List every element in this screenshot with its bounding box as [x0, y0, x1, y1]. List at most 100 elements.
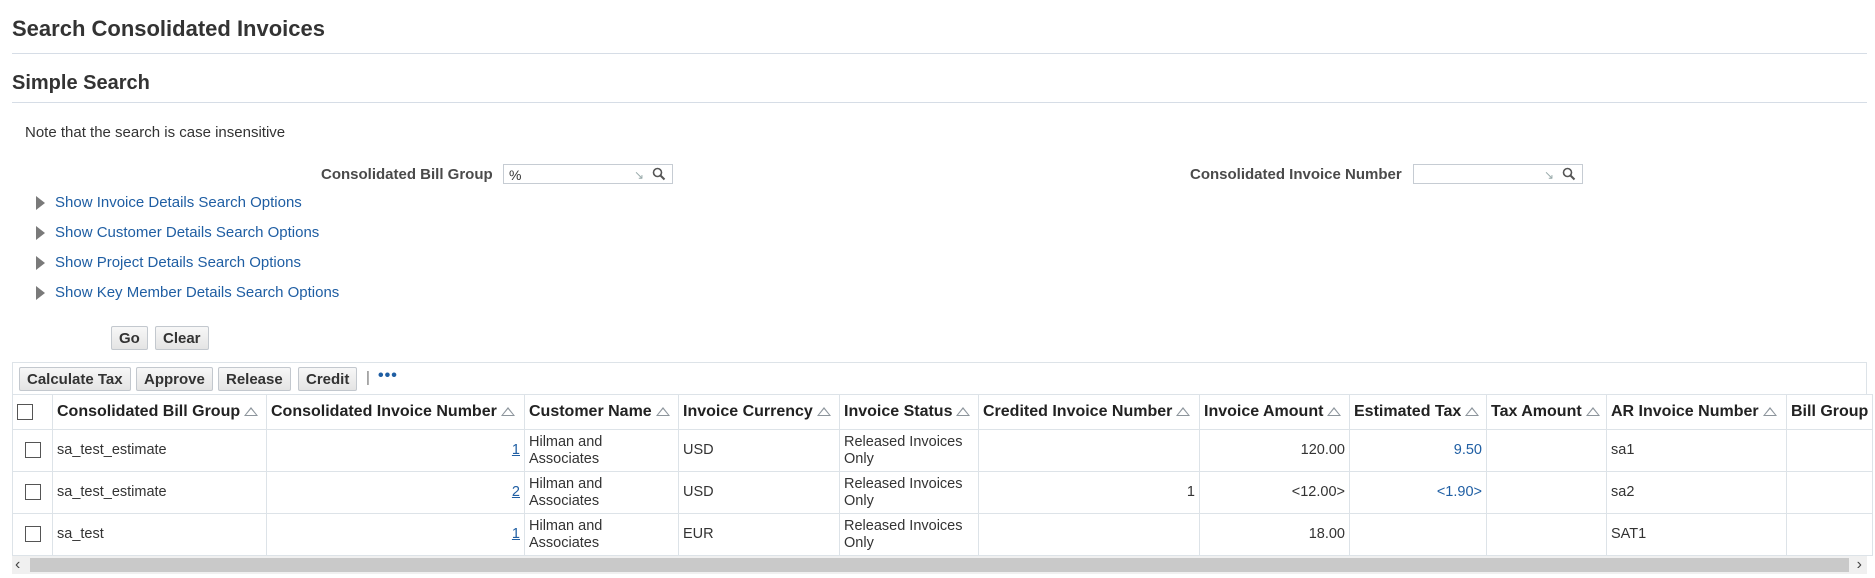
invoice-number-link[interactable]: 1 [512, 442, 520, 458]
row-checkbox[interactable] [24, 484, 41, 501]
tax-amount-cell [1486, 471, 1607, 514]
customer-cell: Hilman and Associates [524, 429, 679, 472]
col-invoice-currency[interactable]: Invoice Currency [678, 394, 840, 430]
ar-invoice-cell: sa2 [1606, 471, 1787, 514]
invoice-number-input[interactable]: ↘ [1413, 164, 1583, 184]
credited-cell [978, 429, 1200, 472]
invoice-number-cell: 1 [266, 513, 525, 556]
scroll-right-icon[interactable]: › [1857, 556, 1862, 574]
row-select-cell [12, 429, 53, 472]
col-estimated-tax[interactable]: Estimated Tax [1349, 394, 1487, 430]
sort-icon[interactable] [956, 407, 971, 417]
horizontal-scrollbar[interactable]: ‹ › [12, 556, 1867, 574]
customer-cell: Hilman and Associates [524, 471, 679, 514]
row-select-cell [12, 513, 53, 556]
triangle-right-icon [36, 286, 45, 300]
page-title: Search Consolidated Invoices [12, 16, 325, 41]
triangle-right-icon [36, 196, 45, 210]
currency-cell: USD [678, 471, 840, 514]
ar-invoice-cell: SAT1 [1606, 513, 1787, 556]
search-icon[interactable] [651, 165, 667, 183]
bill-group-value: % [509, 167, 522, 183]
col-tax-amount[interactable]: Tax Amount [1486, 394, 1607, 430]
estimated-tax-link[interactable]: <1.90> [1437, 484, 1482, 500]
table-row: sa_test 1 Hilman and Associates EUR Rele… [12, 513, 1874, 556]
estimated-tax-cell [1349, 513, 1487, 556]
lov-arrow-icon: ↘ [633, 168, 644, 182]
col-invoice-status[interactable]: Invoice Status [839, 394, 979, 430]
col-consolidated-invoice-number[interactable]: Consolidated Invoice Number [266, 394, 525, 430]
calculate-tax-button[interactable]: Calculate Tax [19, 367, 131, 391]
credited-cell: 1 [978, 471, 1200, 514]
sort-icon[interactable] [500, 407, 515, 417]
amount-cell: 18.00 [1199, 513, 1350, 556]
bill-group2-cell [1785, 513, 1874, 556]
estimated-tax-cell: <1.90> [1349, 471, 1487, 514]
section-divider [12, 102, 1867, 103]
search-icon[interactable] [1561, 165, 1577, 183]
table-row: sa_test_estimate 1 Hilman and Associates… [12, 429, 1874, 472]
sort-icon[interactable] [816, 407, 831, 417]
scroll-left-icon[interactable]: ‹ [15, 556, 20, 574]
invoice-number-link[interactable]: 1 [512, 526, 520, 542]
col-bill-group[interactable]: Bill Group [1785, 394, 1874, 430]
amount-cell: 120.00 [1199, 429, 1350, 472]
row-select-cell [12, 471, 53, 514]
estimated-tax-link[interactable]: 9.50 [1454, 442, 1482, 458]
toolbar-separator: | [366, 369, 370, 386]
invoice-number-cell: 2 [266, 471, 525, 514]
sort-icon[interactable] [244, 407, 259, 417]
currency-cell: EUR [678, 513, 840, 556]
customer-cell: Hilman and Associates [524, 513, 679, 556]
more-actions-icon[interactable]: ••• [378, 367, 398, 385]
lov-arrow-icon: ↘ [1543, 168, 1554, 182]
sort-icon[interactable] [1465, 407, 1480, 417]
triangle-right-icon [36, 256, 45, 270]
bill-group-cell: sa_test_estimate [52, 429, 267, 472]
sort-icon[interactable] [1585, 407, 1600, 417]
triangle-right-icon [36, 226, 45, 240]
row-checkbox[interactable] [24, 526, 41, 543]
bill-group-cell: sa_test_estimate [52, 471, 267, 514]
select-all-cell [12, 394, 53, 430]
ar-invoice-cell: sa1 [1606, 429, 1787, 472]
release-button[interactable]: Release [218, 367, 291, 391]
status-cell: Released Invoices Only [839, 471, 979, 514]
col-credited-invoice-number[interactable]: Credited Invoice Number [978, 394, 1200, 430]
table-header-row: Consolidated Bill Group Consolidated Inv… [12, 394, 1874, 430]
search-note: Note that the search is case insensitive [25, 124, 286, 141]
select-all-checkbox[interactable] [17, 403, 33, 420]
bill-group2-cell [1785, 471, 1874, 514]
invoices-table: Consolidated Bill Group Consolidated Inv… [12, 394, 1874, 556]
sort-icon[interactable] [1176, 407, 1191, 417]
col-invoice-amount[interactable]: Invoice Amount [1199, 394, 1350, 430]
row-checkbox[interactable] [24, 442, 41, 459]
scrollbar-thumb[interactable] [30, 558, 1849, 572]
col-consolidated-bill-group[interactable]: Consolidated Bill Group [52, 394, 267, 430]
bill-group-input[interactable]: % ↘ [503, 164, 673, 184]
estimated-tax-cell: 9.50 [1349, 429, 1487, 472]
sort-icon[interactable] [655, 407, 670, 417]
title-divider [12, 53, 1867, 54]
sort-icon[interactable] [1762, 407, 1777, 417]
tax-amount-cell [1486, 429, 1607, 472]
bill-group-label: Consolidated Bill Group [321, 166, 493, 183]
amount-cell: <12.00> [1199, 471, 1350, 514]
clear-button[interactable]: Clear [155, 326, 209, 350]
simple-search-title: Simple Search [12, 72, 150, 94]
invoice-number-label: Consolidated Invoice Number [1190, 166, 1402, 183]
bill-group2-cell [1785, 429, 1874, 472]
sort-icon[interactable] [1327, 407, 1342, 417]
invoice-number-link[interactable]: 2 [512, 484, 520, 500]
tax-amount-cell [1486, 513, 1607, 556]
table-toolbar: Calculate Tax Approve Release Credit | •… [12, 362, 1867, 394]
invoice-number-cell: 1 [266, 429, 525, 472]
credit-button[interactable]: Credit [298, 367, 358, 391]
status-cell: Released Invoices Only [839, 429, 979, 472]
col-customer-name[interactable]: Customer Name [524, 394, 679, 430]
approve-button[interactable]: Approve [136, 367, 213, 391]
table-row: sa_test_estimate 2 Hilman and Associates… [12, 471, 1874, 514]
go-button[interactable]: Go [111, 326, 148, 350]
bill-group-cell: sa_test [52, 513, 267, 556]
col-ar-invoice-number[interactable]: AR Invoice Number [1606, 394, 1787, 430]
